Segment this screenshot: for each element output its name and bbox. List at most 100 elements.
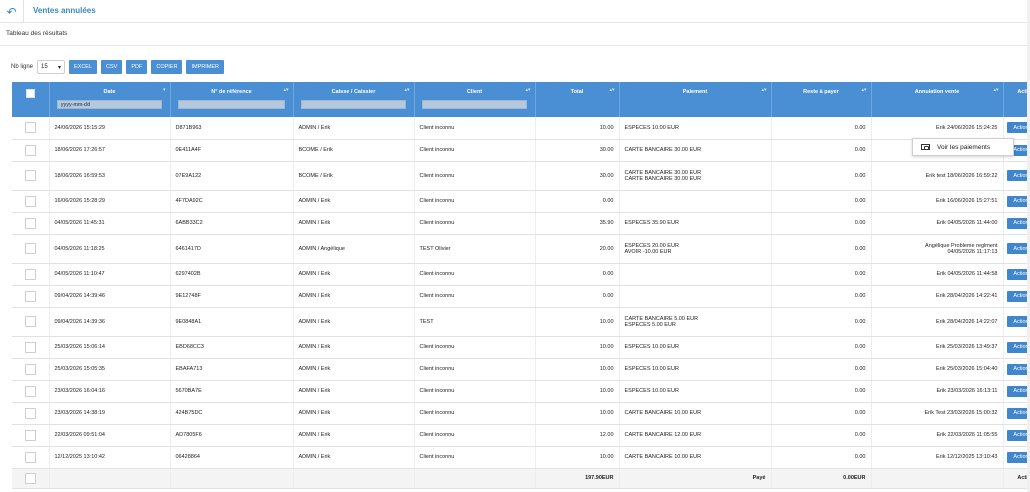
- row-checkbox-cell[interactable]: [12, 139, 50, 162]
- client-cell: Client inconnu: [414, 336, 536, 359]
- copier-button[interactable]: COPIER: [151, 60, 183, 74]
- column-header-4[interactable]: Total ▴▾: [535, 82, 620, 117]
- row-checkbox[interactable]: [24, 341, 36, 353]
- reference-cell: 6297402B: [170, 263, 294, 286]
- sort-icon[interactable]: ▴▾: [761, 87, 766, 93]
- row-checkbox[interactable]: [24, 170, 36, 181]
- table-row: 25/03/2026 15:06:14 EBD68CC3 ADMIN / Erik C…: [12, 336, 1030, 359]
- remaining-cell: 0.00: [771, 307, 872, 337]
- select-all-header[interactable]: [12, 82, 50, 117]
- payment-cell: ESPECES 10.00 EUR: [619, 358, 772, 381]
- column-header-1[interactable]: N° de référence ▴▾: [170, 82, 294, 117]
- total-cell: 10.00: [535, 380, 620, 403]
- row-checkbox-cell[interactable]: [12, 285, 50, 308]
- select-all-checkbox[interactable]: [25, 89, 35, 98]
- table-row: 25/03/2026 15:05:35 EBAFA713 ADMIN / Erik C…: [12, 358, 1030, 381]
- column-filter-input[interactable]: [421, 100, 528, 109]
- client-cell: Client inconnu: [414, 190, 536, 213]
- footer-empty-cell: [49, 467, 171, 489]
- reference-cell: 5670BA7E: [170, 380, 294, 403]
- table-row: 24/06/2026 15:15:29 D871B963 ADMIN / Erik C…: [12, 117, 1030, 140]
- column-header-8[interactable]: Actions: [1003, 82, 1030, 117]
- row-checkbox[interactable]: [24, 451, 36, 463]
- row-checkbox-cell[interactable]: [12, 263, 50, 286]
- column-filter-input[interactable]: [177, 100, 286, 109]
- column-header-2[interactable]: Caisse / Caissier ▴▾: [293, 82, 415, 117]
- row-checkbox-cell[interactable]: [12, 117, 50, 140]
- sort-icon[interactable]: ▴▾: [283, 87, 288, 93]
- row-checkbox-cell[interactable]: [12, 307, 50, 337]
- row-checkbox-cell[interactable]: [12, 336, 50, 359]
- payment-cell: [619, 190, 772, 213]
- cancellation-cell: Erik 24/06/2026 15:24:25: [871, 117, 1004, 140]
- row-checkbox-cell[interactable]: [12, 380, 50, 403]
- row-checkbox-cell[interactable]: [12, 190, 50, 213]
- imprimer-button[interactable]: IMPRIMER: [186, 60, 224, 74]
- reference-cell: D871B963: [170, 117, 294, 140]
- actions-cell: Actions ▾: [1003, 212, 1030, 235]
- row-checkbox[interactable]: [24, 195, 36, 207]
- row-checkbox-cell[interactable]: [12, 161, 50, 191]
- excel-button[interactable]: EXCEL: [69, 60, 98, 74]
- payment-cell: CARTE BANCAIRE 12.00 EUR: [619, 424, 772, 447]
- payment-line: ESPECES 10.00 EUR: [624, 366, 679, 372]
- row-checkbox[interactable]: [24, 363, 36, 375]
- row-checkbox[interactable]: [24, 407, 36, 419]
- column-filter-input[interactable]: yyyy-mm-dd: [56, 100, 163, 109]
- cancellation-line: Erik Test 23/03/2026 15:00:32: [924, 410, 998, 416]
- date-cell: 04/05/2026 11:18:25: [49, 234, 171, 264]
- total-cell: 0.00: [535, 263, 620, 286]
- row-checkbox-cell[interactable]: [12, 446, 50, 469]
- client-cell: Client inconnu: [414, 212, 536, 235]
- row-checkbox[interactable]: [24, 268, 36, 280]
- sort-icon[interactable]: ▴▾: [609, 87, 614, 93]
- sort-icon[interactable]: ▴▾: [993, 87, 998, 93]
- sort-icon[interactable]: ▴▾: [525, 87, 530, 93]
- row-checkbox[interactable]: [24, 144, 36, 156]
- cancellation-cell: Angélique Probleme reglment 04/05/2026 11…: [871, 234, 1004, 264]
- row-checkbox-cell[interactable]: [12, 234, 50, 264]
- top-bar: ↶ Ventes annulées: [0, 0, 1030, 23]
- column-header-5[interactable]: Paiement ▴▾: [619, 82, 772, 117]
- row-checkbox-cell[interactable]: [12, 212, 50, 235]
- row-checkbox[interactable]: [24, 217, 36, 229]
- reference-cell: 06428864: [170, 446, 294, 469]
- date-cell: 25/03/2026 15:05:35: [49, 358, 171, 381]
- column-header-0[interactable]: Date ▾ yyyy-mm-dd: [49, 82, 171, 117]
- row-checkbox[interactable]: [24, 122, 36, 134]
- total-cell: 0.00: [535, 190, 620, 213]
- row-checkbox-cell[interactable]: [12, 402, 50, 425]
- row-checkbox[interactable]: [24, 243, 36, 254]
- total-cell: 10.00: [535, 117, 620, 140]
- cashier-cell: ADMIN / Erik: [293, 446, 415, 469]
- row-checkbox[interactable]: [24, 316, 36, 327]
- view-payments-item[interactable]: Voir les paiements: [937, 144, 990, 151]
- csv-button[interactable]: CSV: [101, 60, 123, 74]
- payment-cell: ESPECES 20.00 EUR AVOIR -10.00 EUR: [619, 234, 772, 264]
- row-checkbox[interactable]: [24, 385, 36, 397]
- reference-cell: 4F7DA92C: [170, 190, 294, 213]
- nb-ligne-select[interactable]: 15 ▾: [37, 60, 65, 74]
- row-checkbox[interactable]: [24, 429, 36, 441]
- sort-desc-icon[interactable]: ▾: [163, 87, 166, 93]
- sort-icon[interactable]: ▴▾: [861, 87, 866, 93]
- cancellation-cell: Erik 04/05/2026 11:44:58: [871, 263, 1004, 286]
- pdf-button[interactable]: PDF: [126, 60, 148, 74]
- sort-icon[interactable]: ▴▾: [404, 87, 409, 93]
- actions-cell: Actions ▾: [1003, 117, 1030, 140]
- cashier-cell: ADMIN / Erik: [293, 402, 415, 425]
- column-filter-input[interactable]: [300, 100, 407, 109]
- row-checkbox-cell[interactable]: [12, 358, 50, 381]
- payment-cell: ESPECES 10.00 EUR: [619, 336, 772, 359]
- reference-cell: 9E0848A1: [170, 307, 294, 337]
- results-table: Date ▾ yyyy-mm-dd N° de référence ▴▾ Caisse /…: [12, 82, 1030, 489]
- payment-line: CARTE BANCAIRE 10.00 EUR: [624, 454, 702, 460]
- footer-checkbox[interactable]: [24, 472, 36, 484]
- column-header-3[interactable]: Client ▴▾: [414, 82, 536, 117]
- row-checkbox-cell[interactable]: [12, 424, 50, 447]
- column-header-7[interactable]: Annulation vente ▴▾: [871, 82, 1004, 117]
- column-header-6[interactable]: Reste à payer ▴▾: [771, 82, 872, 117]
- row-checkbox[interactable]: [24, 290, 36, 302]
- back-arrow-icon[interactable]: ↶: [0, 0, 24, 23]
- cashier-cell: ADMIN / Erik: [293, 358, 415, 381]
